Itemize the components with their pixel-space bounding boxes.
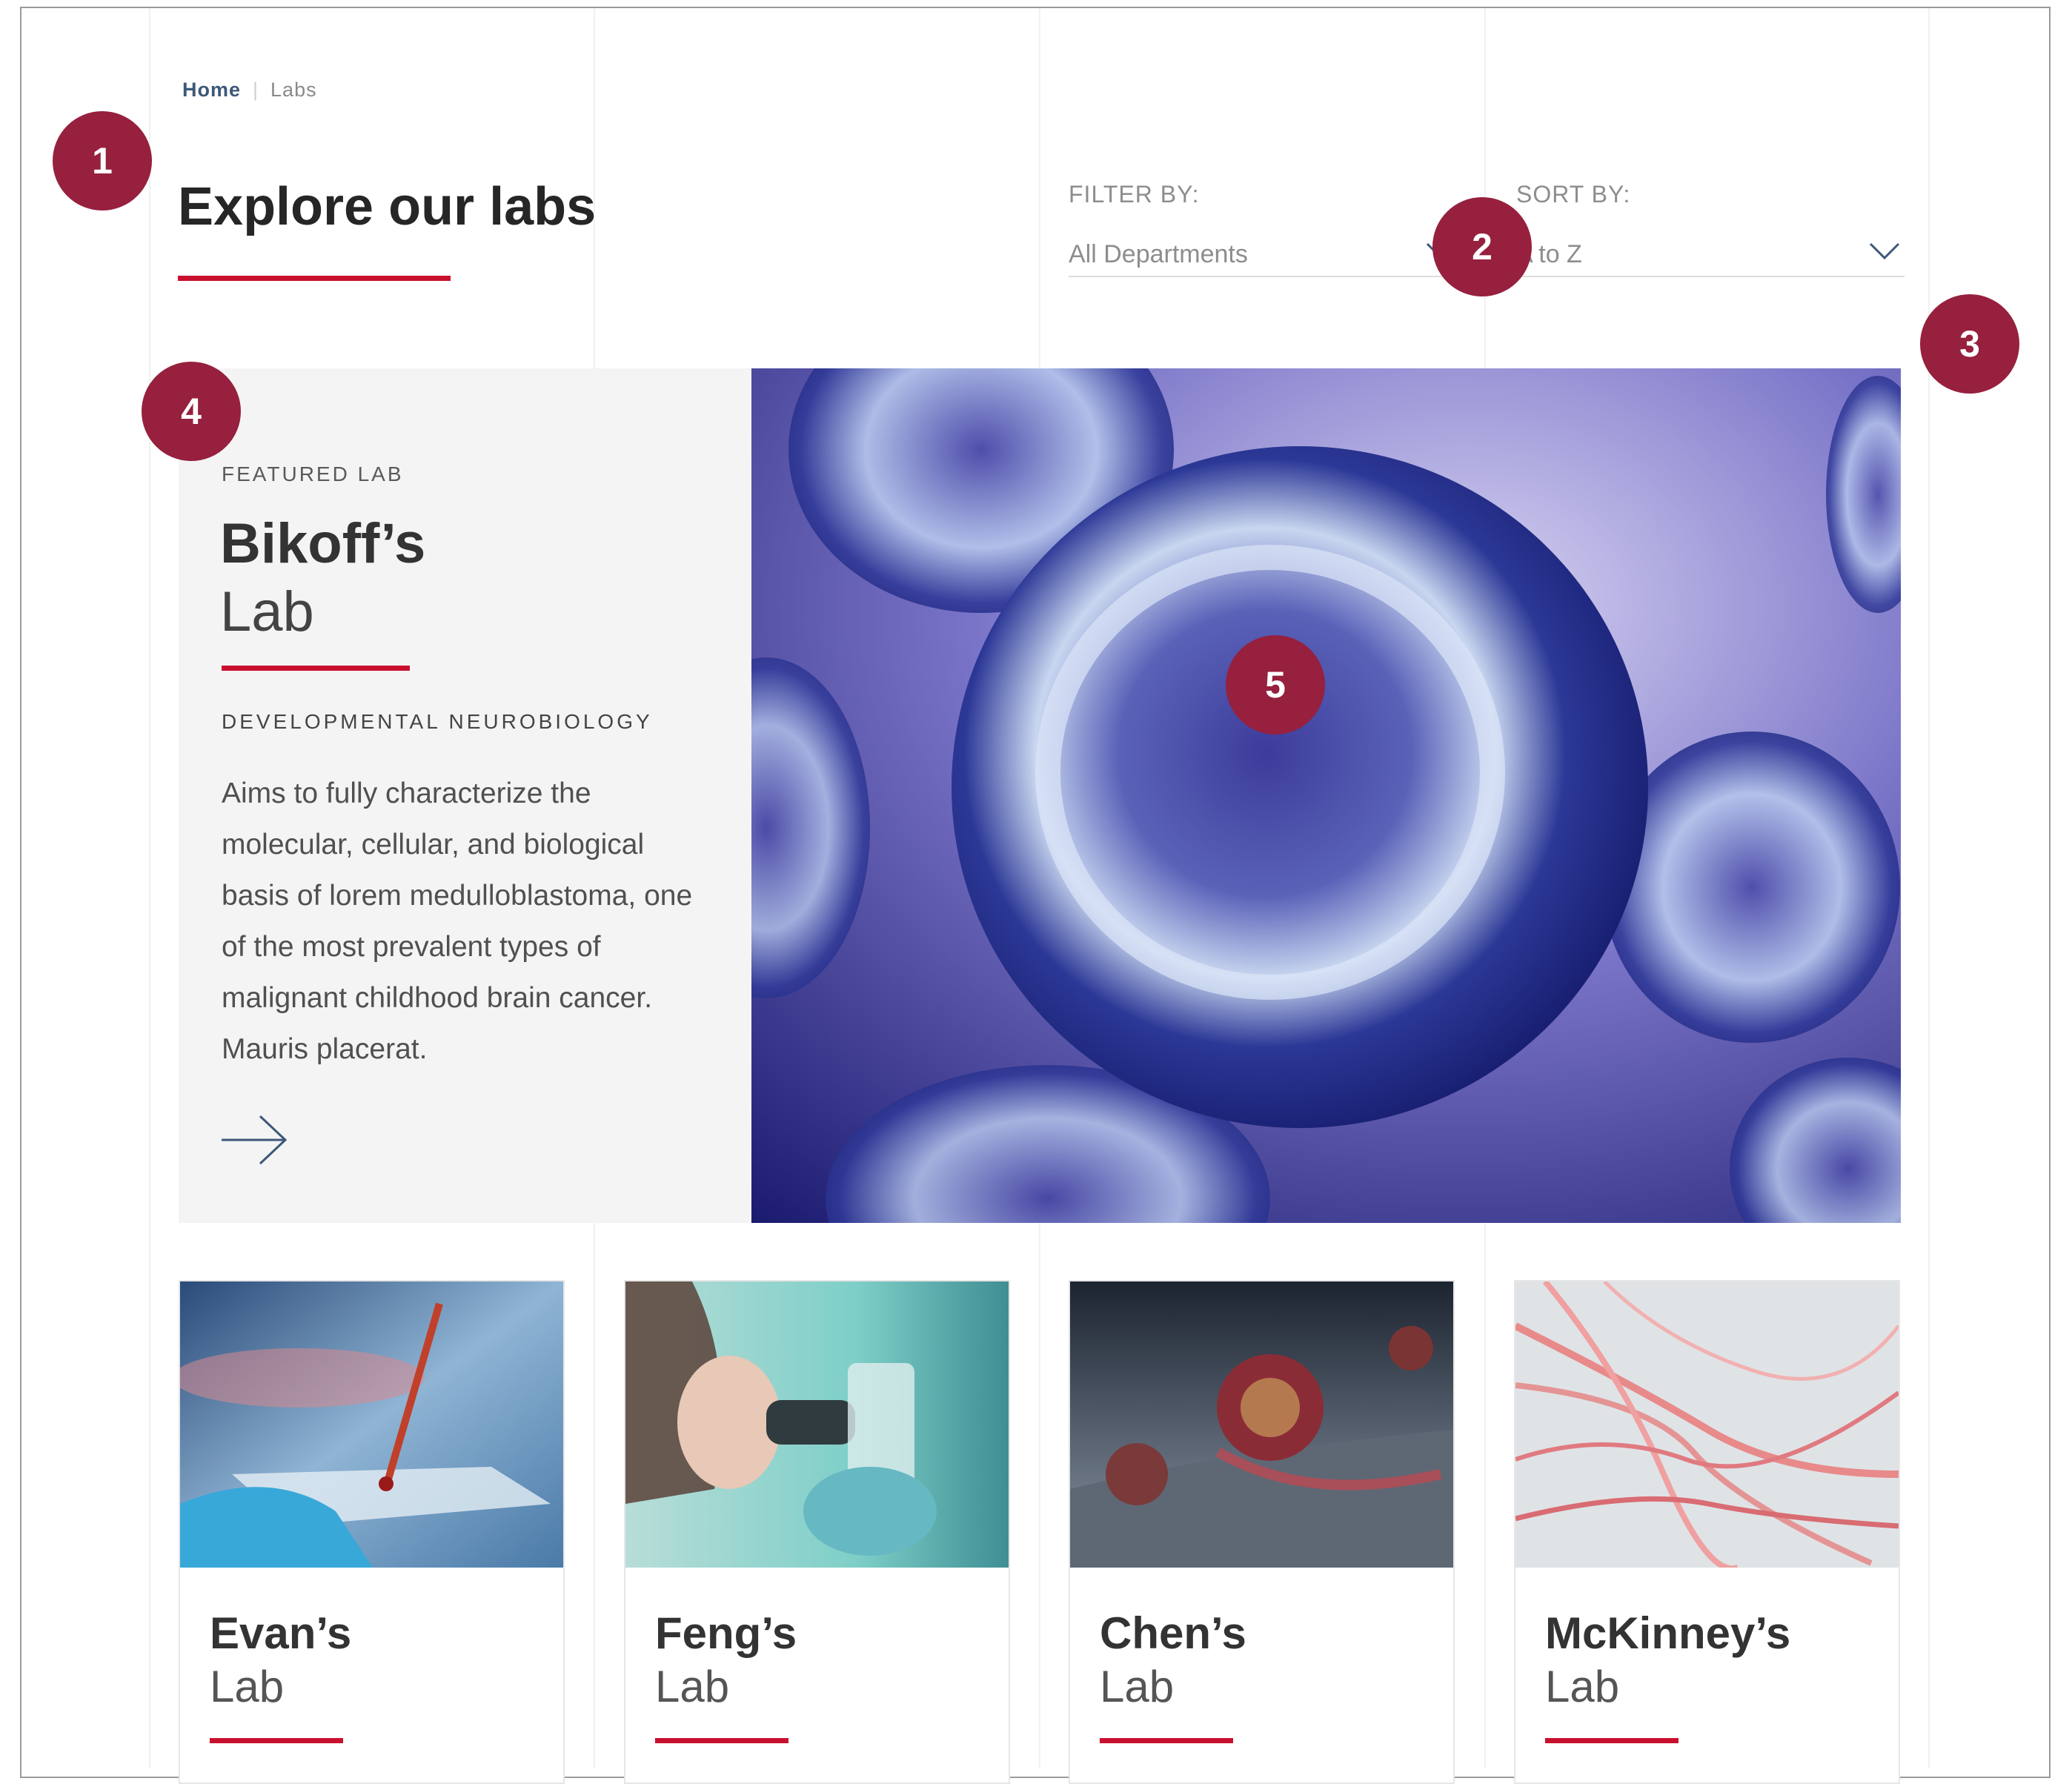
filter-label: FILTER BY: xyxy=(1069,181,1200,208)
lab-card-image xyxy=(625,1281,1009,1568)
lab-card[interactable]: Feng’s Lab xyxy=(624,1280,1010,1784)
featured-lab-image[interactable] xyxy=(751,368,1901,1223)
lab-card-name: Evan’s xyxy=(210,1608,352,1658)
featured-description: Aims to fully characterize the molecular… xyxy=(222,777,693,1065)
annotation-marker: 5 xyxy=(1226,635,1325,735)
lab-card-name: Feng’s xyxy=(655,1608,797,1658)
annotation-marker: 3 xyxy=(1920,294,2019,394)
featured-kicker: FEATURED LAB xyxy=(222,462,404,485)
lab-card-image xyxy=(180,1281,563,1568)
breadcrumb-separator: | xyxy=(253,79,259,101)
breadcrumb: Home | Labs xyxy=(182,79,317,102)
page-title: Explore our labs xyxy=(178,177,597,236)
sort-select[interactable]: A to Z xyxy=(1516,236,1905,277)
lab-card-name: McKinney’s xyxy=(1545,1608,1791,1658)
lab-card-name: Chen’s xyxy=(1100,1608,1246,1658)
featured-underline xyxy=(222,666,410,671)
featured-department: DEVELOPMENTAL NEUROBIOLOGY xyxy=(222,710,653,733)
featured-lab-name: Bikoff’s xyxy=(220,512,426,575)
annotation-marker: 4 xyxy=(142,362,241,461)
lab-card[interactable]: Evan’s Lab xyxy=(179,1280,565,1784)
title-underline xyxy=(178,276,451,281)
annotation-marker: 1 xyxy=(53,111,152,210)
lab-card-suffix: Lab xyxy=(210,1662,285,1711)
lab-card[interactable]: McKinney’s Lab xyxy=(1514,1280,1900,1784)
chevron-down-icon xyxy=(1869,242,1900,260)
lab-card-underline xyxy=(210,1738,343,1743)
filter-value: All Departments xyxy=(1069,240,1248,268)
lab-card-underline xyxy=(1100,1738,1233,1743)
breadcrumb-current: Labs xyxy=(270,79,317,101)
lab-card-suffix: Lab xyxy=(1545,1662,1620,1711)
annotation-marker: 2 xyxy=(1432,197,1532,296)
lab-card-suffix: Lab xyxy=(655,1662,730,1711)
grid-line xyxy=(149,8,150,1768)
lab-card-image xyxy=(1070,1281,1453,1568)
lab-card-underline xyxy=(655,1738,788,1743)
lab-card[interactable]: Chen’s Lab xyxy=(1069,1280,1455,1784)
arrow-right-icon[interactable] xyxy=(220,1113,288,1167)
lab-card-underline xyxy=(1545,1738,1678,1743)
breadcrumb-home-link[interactable]: Home xyxy=(182,79,241,101)
lab-card-suffix: Lab xyxy=(1100,1662,1175,1711)
grid-line xyxy=(1928,8,1930,1768)
filter-select[interactable]: All Departments xyxy=(1069,236,1461,277)
sort-label: SORT BY: xyxy=(1516,181,1631,208)
lab-card-image xyxy=(1515,1281,1899,1568)
featured-lab-suffix: Lab xyxy=(220,580,314,643)
